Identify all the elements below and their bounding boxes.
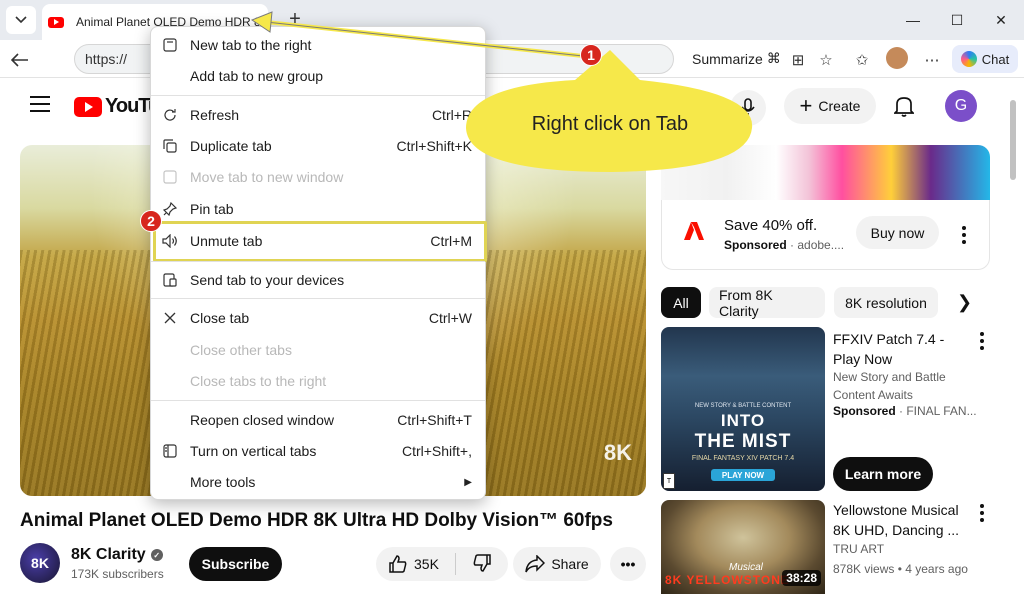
arrow-line: [265, 21, 584, 57]
callout-overlay: [250, 11, 753, 172]
step-badge-1: 1: [580, 44, 602, 66]
callout-bubble: [466, 50, 753, 172]
callout-text: Right click on Tab: [531, 113, 689, 135]
step-badge-2: 2: [140, 210, 162, 232]
arrow-head-icon: [250, 11, 273, 33]
